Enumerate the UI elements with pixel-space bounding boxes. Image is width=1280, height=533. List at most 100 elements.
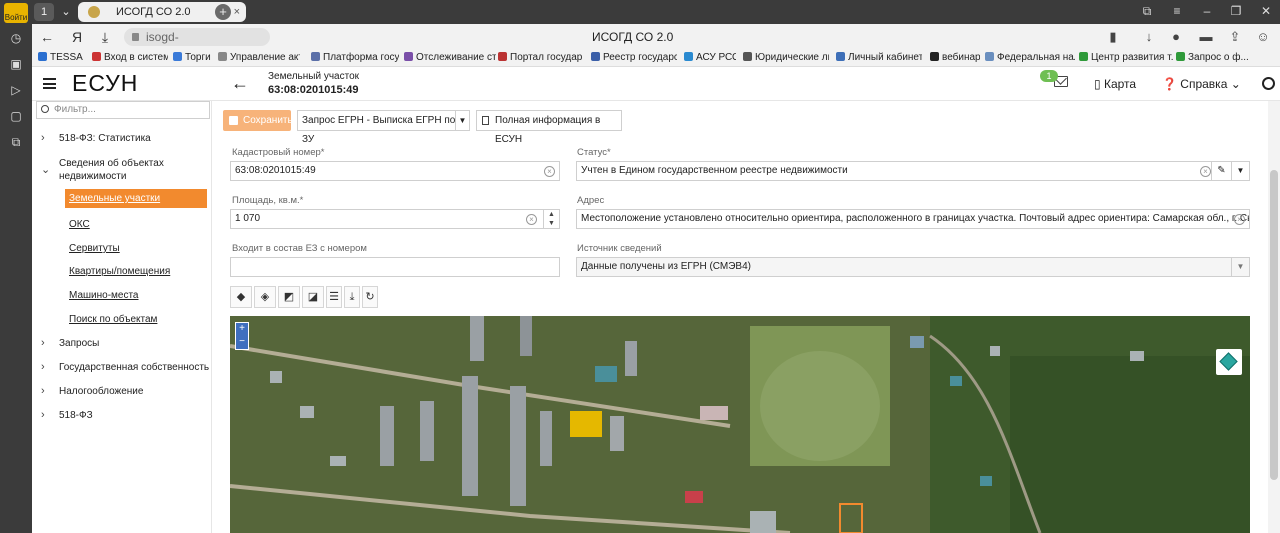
status-field[interactable]: Учтен в Едином государственном реестре н… — [576, 161, 1250, 181]
bookmark-item[interactable]: Запрос о ф... — [1176, 52, 1274, 63]
tab-list-chevron-icon[interactable]: ⌄ — [56, 3, 76, 21]
dropdown-caret-icon[interactable]: ▼ — [455, 111, 469, 130]
clear-icon[interactable]: × — [544, 166, 555, 177]
url-field[interactable]: isogd-app.samregion.ru — [124, 28, 270, 62]
number-stepper[interactable]: ▲ ▼ — [543, 210, 559, 228]
close-tab-icon[interactable]: × — [234, 2, 240, 22]
save-button[interactable]: Сохранить — [223, 110, 293, 131]
sidebar-subitem-servitudes[interactable]: Сервитуты — [69, 243, 120, 254]
full-info-button[interactable]: Полная информация в ЕСУН — [476, 110, 622, 145]
chevron-right-icon[interactable]: › — [41, 409, 45, 421]
clear-icon[interactable]: × — [1234, 214, 1245, 225]
bookmark-item[interactable]: АСУ РСО — [684, 52, 736, 63]
yandex-icon[interactable]: Я — [68, 28, 86, 46]
back-arrow-icon[interactable]: ← — [231, 73, 249, 94]
zoom-in-button[interactable]: + — [236, 323, 248, 336]
clear-icon[interactable]: × — [526, 214, 537, 225]
bookmark-item[interactable]: Реестр государст... — [591, 52, 677, 63]
area-field[interactable]: 1 070 × ▲ ▼ — [230, 209, 560, 229]
bookmarks-panel-icon[interactable]: ⧉ — [1139, 4, 1155, 19]
media-icon[interactable]: ▷ — [8, 82, 24, 98]
filter-input[interactable]: Фильтр... — [36, 101, 210, 119]
dropdown-caret-icon[interactable]: ▼ — [1231, 258, 1249, 276]
tab-count: 1 — [40, 6, 48, 18]
ez-field[interactable] — [230, 257, 560, 277]
sidebar: Фильтр... › 518-ФЗ: Статистика ⌄ Сведени… — [32, 101, 212, 533]
bookmark-item[interactable]: Отслеживание ст... — [404, 52, 496, 63]
history-icon[interactable]: ◷ — [8, 30, 24, 46]
sidebar-item-statistics[interactable]: 518-ФЗ: Статистика — [59, 133, 151, 144]
new-tab-button[interactable]: + — [215, 4, 231, 20]
sidebar-subitem-parking[interactable]: Машино-места — [69, 290, 139, 301]
hamburger-menu-icon[interactable] — [43, 78, 56, 89]
chevron-down-icon[interactable]: ⌄ — [41, 163, 50, 176]
clear-icon[interactable]: × — [1200, 166, 1211, 177]
bookmark-item[interactable]: вебинар — [930, 52, 980, 63]
bookmark-icon[interactable]: ▮ — [1104, 28, 1122, 46]
egrn-request-button[interactable]: Запрос ЕГРН - Выписка ЕГРН по ЗУ ▼ — [297, 110, 470, 145]
downloads-icon[interactable]: ⤓ — [96, 28, 114, 46]
bookmark-item[interactable]: Федеральная нал... — [985, 52, 1075, 63]
list-icon[interactable]: ☰ — [326, 286, 342, 308]
menu-icon[interactable]: ≡ — [1169, 4, 1185, 18]
satellite-map[interactable]: + − — [230, 316, 1250, 533]
edit-shape-icon[interactable]: ◪ — [302, 286, 324, 308]
sidebar-subitem-apartments[interactable]: Квартиры/помещения — [69, 266, 170, 277]
reader-icon[interactable]: ▬ — [1197, 28, 1215, 46]
restore-icon[interactable]: ❐ — [1228, 4, 1244, 18]
bookmark-item[interactable]: Личный кабинет ... — [836, 52, 922, 63]
chevron-right-icon[interactable]: › — [41, 361, 45, 373]
sidebar-item-taxation[interactable]: Налогообложение — [59, 386, 143, 397]
tab-counter-icon[interactable]: ▢ — [8, 108, 24, 124]
bookmark-item[interactable]: Вход в систему — [92, 52, 168, 63]
source-label: Источник сведений — [577, 243, 662, 254]
help-menu[interactable]: ❓ Справка ⌄ — [1162, 77, 1241, 91]
profile-icon[interactable]: ☺ — [1254, 28, 1272, 46]
select-shape-icon[interactable]: ◩ — [278, 286, 300, 308]
user-icon[interactable] — [1262, 77, 1275, 90]
minimize-icon[interactable]: – — [1199, 4, 1215, 18]
zoom-out-button[interactable]: − — [236, 336, 248, 349]
bookmark-item[interactable]: TESSA — [38, 52, 90, 63]
collections-icon[interactable]: ▣ — [8, 56, 24, 72]
bookmark-item[interactable]: Центр развития т... — [1079, 52, 1173, 63]
sidebar-item-real-estate[interactable]: Сведения об объектах недвижимости — [59, 157, 199, 183]
chevron-right-icon[interactable]: › — [41, 385, 45, 397]
close-window-icon[interactable]: ✕ — [1258, 4, 1274, 18]
page-scrollbar-thumb[interactable] — [1270, 170, 1278, 480]
area-label: Площадь, кв.м.* — [232, 195, 304, 206]
bookmark-item[interactable]: Торги — [173, 52, 215, 63]
sidebar-subitem-search[interactable]: Поиск по объектам — [69, 314, 157, 325]
dropdown-caret-icon[interactable]: ▼ — [1231, 162, 1249, 180]
page-title: ИСОГД СО 2.0 — [592, 30, 674, 44]
delete-shape-icon[interactable]: ◆ — [230, 286, 252, 308]
share-icon[interactable]: ⇪ — [1226, 28, 1244, 46]
sidebar-item-state-property[interactable]: Государственная собственность — [59, 362, 209, 373]
sidebar-subitem-land-plots[interactable]: Земельные участки — [65, 189, 207, 208]
bookmark-item[interactable]: Портал государс... — [498, 52, 582, 63]
sidebar-item-requests[interactable]: Запросы — [59, 338, 99, 349]
download-arrow-icon[interactable]: ↓ — [1140, 28, 1158, 46]
layers-button[interactable] — [1216, 349, 1242, 375]
extension-icon[interactable]: ● — [1167, 28, 1185, 46]
sidebar-subitem-oks[interactable]: ОКС — [69, 219, 90, 230]
cadastral-field[interactable]: 63:08:0201015:49 × — [230, 161, 560, 181]
chevron-right-icon[interactable]: › — [41, 132, 45, 144]
tab-count-indicator[interactable]: 1 — [34, 3, 54, 21]
bookmark-item[interactable]: Юридические ли... — [743, 52, 829, 63]
edit-pencil-icon[interactable]: ✎ — [1211, 162, 1231, 180]
download-icon[interactable]: ⤓ — [344, 286, 360, 308]
add-shape-icon[interactable]: ◈ — [254, 286, 276, 308]
refresh-icon[interactable]: ↻ — [362, 286, 378, 308]
source-field[interactable]: Данные получены из ЕГРН (СМЭВ4) ▼ — [576, 257, 1250, 277]
back-icon[interactable]: ← — [38, 28, 56, 46]
login-button[interactable]: Войти — [4, 3, 28, 23]
bookmark-item[interactable]: Платформа госуд... — [311, 52, 399, 63]
address-field[interactable]: Местоположение установлено относительно … — [576, 209, 1250, 229]
bookmark-item[interactable]: Управление акти... — [218, 52, 300, 63]
map-link[interactable]: ▯ Карта — [1094, 77, 1136, 91]
screenshot-icon[interactable]: ⧉ — [8, 134, 24, 150]
chevron-right-icon[interactable]: › — [41, 337, 45, 349]
record-cadastral-number: 63:08:0201015:49 — [268, 84, 359, 96]
sidebar-item-518fz[interactable]: 518-ФЗ — [59, 410, 93, 421]
